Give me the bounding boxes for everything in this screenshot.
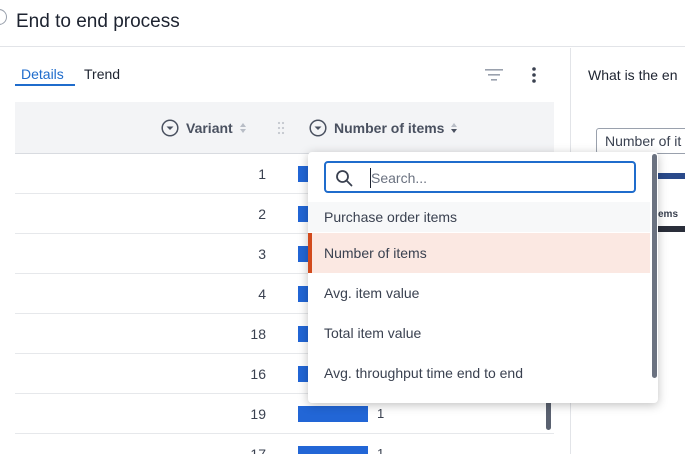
option-group-header: Purchase order items: [308, 202, 650, 232]
table-row[interactable]: 17 1: [15, 434, 554, 454]
dropdown-scrollbar[interactable]: [652, 154, 657, 378]
variant-cell: 1: [258, 166, 266, 182]
chart-bar: [656, 226, 685, 232]
option-avg-throughput-time[interactable]: Avg. throughput time end to end: [308, 353, 650, 393]
filter-icon[interactable]: [484, 67, 504, 83]
search-input[interactable]: [371, 168, 621, 188]
kebab-menu-icon[interactable]: [526, 66, 542, 84]
items-bar: [298, 406, 368, 422]
variant-cell: 2: [258, 206, 266, 222]
circle-chevron-down-icon[interactable]: [161, 119, 179, 137]
items-bar: [298, 446, 368, 454]
kpi-dropdown-menu: Purchase order items Number of items Avg…: [308, 152, 658, 403]
search-icon: [336, 170, 353, 187]
column-header-number-of-items[interactable]: Number of items: [309, 118, 458, 138]
column-header-variant[interactable]: Variant: [161, 118, 247, 138]
chart-axis-label: ems: [658, 209, 679, 220]
variant-cell: 16: [250, 366, 266, 382]
radio-circle-icon[interactable]: [0, 9, 7, 25]
panel-title: What is the en: [588, 67, 678, 83]
items-value: 1: [377, 446, 385, 454]
option-avg-item-value[interactable]: Avg. item value: [308, 273, 650, 313]
sort-icon[interactable]: [239, 122, 247, 134]
tab-details[interactable]: Details: [15, 66, 75, 86]
sort-descending-icon[interactable]: [450, 122, 458, 134]
search-box[interactable]: [324, 161, 636, 193]
items-value: 1: [377, 406, 385, 421]
variant-cell: 18: [250, 326, 266, 342]
tab-trend[interactable]: Trend: [84, 66, 120, 82]
column-header-label: Number of items: [334, 120, 445, 136]
chart-bar: [656, 173, 685, 179]
option-number-of-items[interactable]: Number of items: [308, 233, 650, 273]
page-header: End to end process: [0, 0, 685, 47]
circle-chevron-down-icon[interactable]: [309, 119, 327, 137]
variant-cell: 19: [250, 406, 266, 422]
page-title: End to end process: [16, 11, 180, 32]
column-header-label: Variant: [186, 120, 233, 136]
option-total-item-value[interactable]: Total item value: [308, 313, 650, 353]
variant-cell: 3: [258, 246, 266, 262]
drag-handle-icon[interactable]: [276, 120, 286, 136]
table-header: Variant Number of items: [15, 102, 554, 154]
kpi-select[interactable]: Number of it: [596, 128, 685, 154]
variant-cell: 17: [250, 446, 266, 454]
text-caret: [370, 168, 371, 188]
variant-cell: 4: [258, 286, 266, 302]
